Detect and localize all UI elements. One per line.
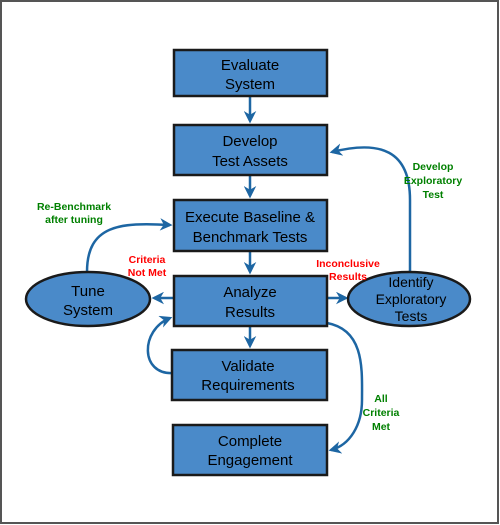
svg-text:Test Assets: Test Assets [212,153,288,170]
svg-text:Benchmark Tests: Benchmark Tests [193,229,308,246]
svg-text:Tune: Tune [71,283,105,300]
node-analyze-results: Analyze Results [172,274,329,328]
svg-text:Met: Met [372,421,391,433]
svg-text:Results: Results [225,304,275,321]
svg-text:System: System [225,76,275,93]
diagram-canvas: Evaluate System Develop Test Assets Exec… [0,0,499,524]
label-develop-exploratory-test: Develop Exploratory Test [404,161,463,201]
node-evaluate-system: Evaluate System [172,48,329,98]
label-all-criteria-met: All Criteria Met [363,393,400,433]
svg-text:Complete: Complete [218,433,282,450]
svg-text:Evaluate: Evaluate [221,57,279,74]
svg-text:Inconclusive: Inconclusive [316,258,380,270]
svg-text:Exploratory: Exploratory [404,175,463,187]
svg-text:Criteria: Criteria [363,407,400,419]
node-tune-system: Tune System [24,270,152,328]
svg-text:Develop: Develop [222,133,277,150]
svg-text:Execute Baseline &: Execute Baseline & [185,209,315,226]
label-rebenchmark: Re-Benchmark after tuning [37,201,111,226]
svg-text:Validate: Validate [221,358,274,375]
svg-text:System: System [63,302,113,319]
svg-text:Re-Benchmark: Re-Benchmark [37,201,111,213]
svg-text:after tuning: after tuning [45,214,103,226]
arrow-analyze-complete [326,321,364,454]
svg-text:Identify: Identify [388,274,433,290]
svg-text:Analyze: Analyze [223,284,276,301]
node-complete-engagement: Complete Engagement [171,423,329,477]
svg-text:Exploratory: Exploratory [376,291,447,307]
label-criteria-not-met: Criteria Not Met [128,254,167,279]
node-execute-baseline: Execute Baseline & Benchmark Tests [172,198,329,253]
svg-text:Requirements: Requirements [201,377,294,394]
node-validate-requirements: Validate Requirements [170,348,329,402]
node-develop-test-assets: Develop Test Assets [172,123,329,177]
flow-diagram: Evaluate System Develop Test Assets Exec… [0,0,500,525]
svg-text:Develop: Develop [413,161,454,173]
svg-text:Test: Test [423,189,444,201]
svg-text:Engagement: Engagement [207,452,293,469]
arrow-validate-analyze [146,315,174,375]
arrow-identify-develop [329,143,412,272]
svg-text:All: All [374,393,388,405]
svg-text:Criteria: Criteria [129,254,166,266]
svg-text:Tests: Tests [395,308,428,324]
svg-text:Results: Results [329,271,367,283]
svg-text:Not Met: Not Met [128,267,167,279]
